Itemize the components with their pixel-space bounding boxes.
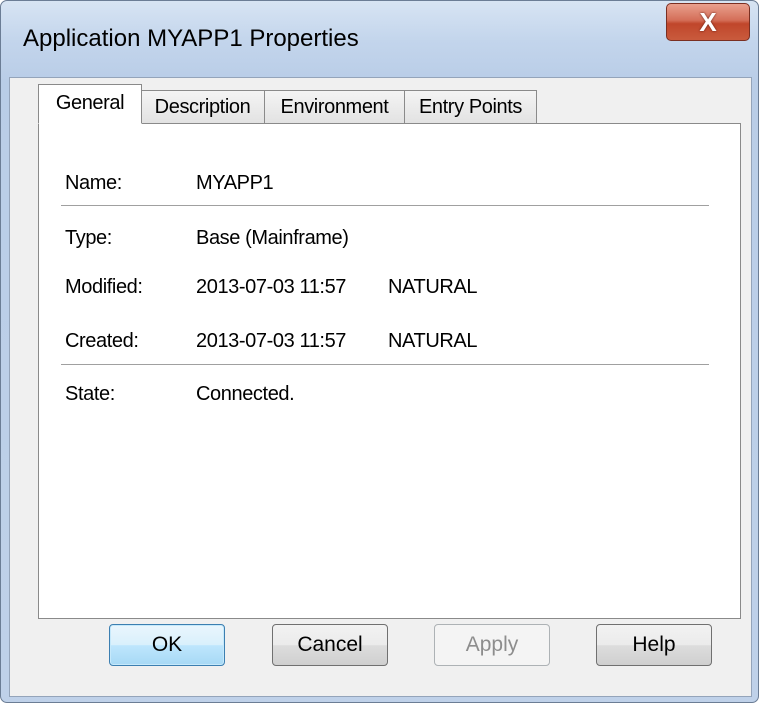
general-tab-panel: Name: MYAPP1 Type: Base (Mainframe) Modi…	[38, 123, 741, 619]
tab-entry-points[interactable]: Entry Points	[404, 90, 537, 124]
title-bar[interactable]: Application MYAPP1 Properties X	[1, 1, 758, 79]
dialog-client-area: General Description Environment Entry Po…	[9, 77, 752, 697]
ok-button[interactable]: OK	[109, 624, 225, 666]
tab-description[interactable]: Description	[140, 90, 265, 124]
state-label: State:	[65, 383, 115, 405]
name-value: MYAPP1	[196, 172, 274, 194]
created-date: 2013-07-03 11:57	[196, 330, 347, 352]
state-value: Connected.	[196, 383, 295, 405]
close-icon: X	[699, 7, 717, 37]
type-value: Base (Mainframe)	[196, 227, 349, 249]
separator	[61, 205, 709, 206]
name-label: Name:	[65, 172, 122, 194]
help-button[interactable]: Help	[596, 624, 712, 666]
modified-user: NATURAL	[388, 276, 478, 298]
apply-button[interactable]: Apply	[434, 624, 550, 666]
type-label: Type:	[65, 227, 112, 249]
created-label: Created:	[65, 330, 139, 352]
modified-label: Modified:	[65, 276, 143, 298]
tab-environment[interactable]: Environment	[264, 90, 405, 124]
separator	[61, 364, 709, 365]
modified-date: 2013-07-03 11:57	[196, 276, 347, 298]
tab-general[interactable]: General	[38, 84, 142, 124]
window-title: Application MYAPP1 Properties	[23, 25, 359, 52]
created-user: NATURAL	[388, 330, 478, 352]
properties-dialog: Application MYAPP1 Properties X General …	[0, 0, 759, 703]
close-button[interactable]: X	[666, 3, 750, 41]
cancel-button[interactable]: Cancel	[272, 624, 388, 666]
